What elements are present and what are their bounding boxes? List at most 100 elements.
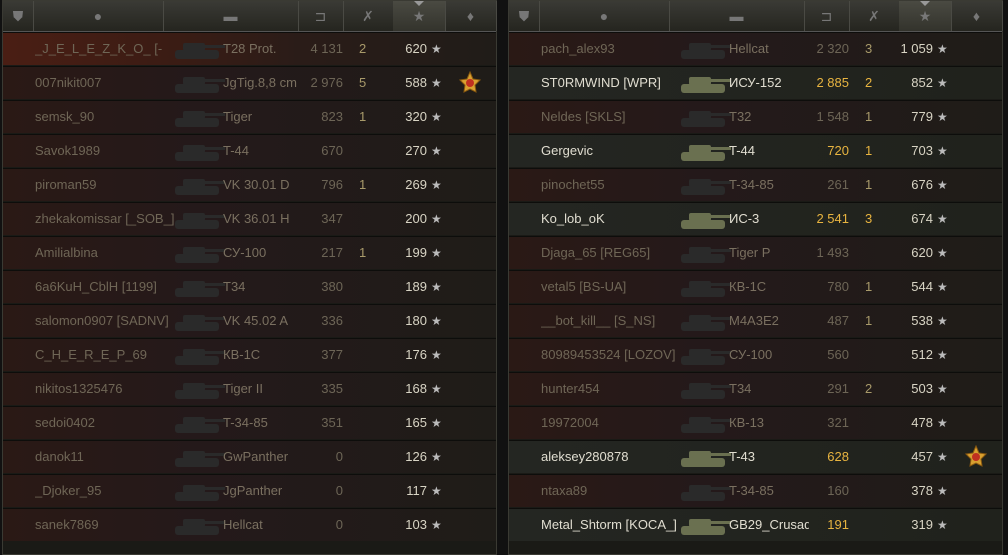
player-row[interactable]: Metal_Shtorm [KOCA_] GB29_Crusad 191 319 ★ [509,508,1002,541]
tank-name: VK 30.01 D [223,177,290,192]
score-value: 126 [405,449,427,464]
tank-icon [171,102,227,132]
kills-value [865,441,885,473]
player-row[interactable]: salomon0907 [SADNV] VK 45.02 A 336 180 ★ [3,304,496,337]
player-row[interactable]: _Djoker_95 JgPanther 0 117 ★ [3,474,496,507]
damage-value: 291 [827,381,849,396]
player-row[interactable]: Djaga_65 [REG65] Tiger P 1 493 620 ★ [509,236,1002,269]
tank-icon: ▬ [223,8,238,24]
player-name: vetal5 [BS-UA] [541,279,627,294]
player-row[interactable]: Gergevic T-44 720 1 703 ★ [509,134,1002,167]
player-row[interactable]: __bot_kill__ [S_NS] M4A3E2 487 1 538 ★ [509,304,1002,337]
player-row[interactable]: Amilialbina СУ-100 217 1 199 ★ [3,236,496,269]
score-value: 620 [911,245,933,260]
kills-value: 1 [359,109,367,124]
kills-value: 3 [865,41,873,56]
player-row[interactable]: nikitos1325476 Tiger II 335 168 ★ [3,372,496,405]
kills-value: 1 [865,279,873,294]
player-icon-column-header[interactable]: ● [33,1,164,31]
score-value: 269 [405,177,427,192]
player-row[interactable]: 80989453524 [LOZOV] СУ-100 560 512 ★ [509,338,1002,371]
damage-value: 0 [335,517,343,532]
damage-value: 628 [827,449,849,464]
tank-icon-column-header[interactable]: ▬ [163,1,299,31]
player-row[interactable]: ntaxa89 T-34-85 160 378 ★ [509,474,1002,507]
player-row[interactable]: C_H_E_R_E_P_69 КВ-1С 377 176 ★ [3,338,496,371]
shield-icon-column-header[interactable]: ⛊ [3,1,34,31]
star-icon: ★ [431,450,442,464]
star-icon: ★ [937,280,948,294]
player-row[interactable]: semsk_90 Tiger 823 1 320 ★ [3,100,496,133]
player-name: sedoi0402 [35,415,95,430]
player-row[interactable]: sedoi0402 T-34-85 351 165 ★ [3,406,496,439]
player-row[interactable]: zhekakomissar [_SOB_] VK 36.01 H 347 200 ★ [3,202,496,235]
star-icon-column-header[interactable]: ★ [393,1,446,31]
tank-icon [677,374,733,404]
score-value: 176 [405,347,427,362]
medal-icon-column-header[interactable]: ♦ [951,1,1003,31]
player-name: Savok1989 [35,143,101,158]
medal-icon-column-header[interactable]: ♦ [445,1,497,31]
player-row[interactable]: pinochet55 T-34-85 261 1 676 ★ [509,168,1002,201]
star-icon-column-header[interactable]: ★ [899,1,952,31]
damage-value: 2 541 [816,211,849,226]
kills-value: 1 [359,177,367,192]
player-name: Neldes [SKLS] [541,109,626,124]
player-row[interactable]: 007nikit007 JgTig.8,8 cm 2 976 5 588 ★ [3,66,496,99]
kills-value [359,305,379,337]
player-row[interactable]: vetal5 [BS-UA] КВ-1С 780 1 544 ★ [509,270,1002,303]
player-icon-column-header[interactable]: ● [539,1,670,31]
kills-value [865,407,885,439]
player-row[interactable]: piroman59 VK 30.01 D 796 1 269 ★ [3,168,496,201]
tank-icon [171,340,227,370]
tank-icon [171,374,227,404]
kills-value: 1 [865,109,873,124]
tank-name: T-44 [729,143,756,158]
star-icon: ★ [431,518,442,532]
damage-value: 796 [321,177,343,192]
player-row[interactable]: Ko_lob_oK ИС-3 2 541 3 674 ★ [509,202,1002,235]
score-value: 779 [911,109,933,124]
star-icon: ★ [431,42,442,56]
shield-icon-column-header[interactable]: ⛊ [509,1,540,31]
tank-icon [171,272,227,302]
tank-icon [677,204,733,234]
player-name: _Djoker_95 [35,483,102,498]
player-row[interactable]: hunter454 T34 291 2 503 ★ [509,372,1002,405]
kills-value [359,475,379,507]
player-name: C_H_E_R_E_P_69 [35,347,148,362]
tank-icon [677,306,733,336]
tank-icon-column-header[interactable]: ▬ [669,1,805,31]
score-value: 538 [911,313,933,328]
star-icon: ★ [918,7,932,24]
player-row[interactable]: pach_alex93 Hellcat 2 320 3 1 059 ★ [509,32,1002,65]
gun-icon-column-header[interactable]: ⊐ [298,1,344,31]
player-row[interactable]: 19972004 КВ-13 321 478 ★ [509,406,1002,439]
sort-arrow-icon [920,1,930,6]
player-name: aleksey280878 [541,449,629,464]
tank-icon [677,136,733,166]
player-row[interactable]: ST0RMWIND [WPR] ИСУ-152 2 885 2 852 ★ [509,66,1002,99]
kills-value: 2 [865,381,873,396]
player-row[interactable]: danok11 GwPanther 0 126 ★ [3,440,496,473]
destroyed-icon-column-header[interactable]: ✗ [849,1,900,31]
tank-icon [677,272,733,302]
player-row[interactable]: sanek7869 Hellcat 0 103 ★ [3,508,496,541]
player-row[interactable]: _J_E_L_E_Z_K_O_ [- T28 Prot. 4 131 2 620 ★ [3,32,496,65]
kills-value: 2 [359,41,367,56]
gun-icon-column-header[interactable]: ⊐ [804,1,850,31]
tank-name: ИСУ-152 [729,75,782,90]
tank-name: T32 [729,109,752,124]
medal-icon: ♦ [466,8,475,24]
destroyed-icon: ✗ [868,7,880,24]
player-row[interactable]: aleksey280878 T-43 628 457 ★ [509,440,1002,473]
score-value: 378 [911,483,933,498]
star-icon: ★ [431,416,442,430]
player-row[interactable]: Savok1989 T-44 670 270 ★ [3,134,496,167]
destroyed-icon-column-header[interactable]: ✗ [343,1,394,31]
player-row[interactable]: 6a6KuH_CblH [1199] T34 380 189 ★ [3,270,496,303]
tank-name: T-34-85 [729,483,774,498]
player-name: danok11 [35,449,84,464]
tank-name: КВ-1С [729,279,767,294]
player-row[interactable]: Neldes [SKLS] T32 1 548 1 779 ★ [509,100,1002,133]
